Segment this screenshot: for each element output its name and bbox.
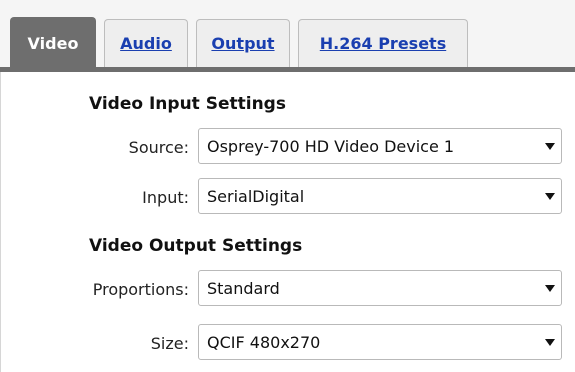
video-input-title: Video Input Settings bbox=[89, 94, 286, 114]
proportions-value: Standard bbox=[207, 278, 280, 298]
source-value: Osprey-700 HD Video Device 1 bbox=[207, 136, 455, 156]
tab-h264-presets[interactable]: H.264 Presets bbox=[298, 19, 468, 67]
tab-audio[interactable]: Audio bbox=[104, 19, 188, 67]
video-output-title: Video Output Settings bbox=[89, 236, 303, 256]
input-label: Input: bbox=[142, 188, 189, 207]
input-value: SerialDigital bbox=[207, 186, 305, 206]
source-select[interactable]: Osprey-700 HD Video Device 1 bbox=[198, 128, 562, 164]
tab-label: Output bbox=[211, 34, 275, 53]
tab-bar: Video Audio Output H.264 Presets bbox=[0, 0, 575, 72]
tab-label: Audio bbox=[120, 34, 172, 53]
proportions-label: Proportions: bbox=[92, 280, 189, 299]
tab-label: Video bbox=[27, 33, 79, 53]
size-value: QCIF 480x270 bbox=[207, 332, 321, 352]
size-label: Size: bbox=[150, 334, 189, 353]
video-settings-panel: Video Input Settings Source: Osprey-700 … bbox=[0, 72, 575, 372]
source-label: Source: bbox=[128, 138, 189, 157]
tab-video[interactable]: Video bbox=[10, 17, 96, 68]
chevron-down-icon bbox=[539, 325, 561, 359]
chevron-down-icon bbox=[539, 129, 561, 163]
input-select[interactable]: SerialDigital bbox=[198, 178, 562, 214]
tab-output[interactable]: Output bbox=[196, 19, 290, 67]
size-select[interactable]: QCIF 480x270 bbox=[198, 324, 562, 360]
tab-label: H.264 Presets bbox=[319, 34, 447, 53]
chevron-down-icon bbox=[539, 179, 561, 213]
chevron-down-icon bbox=[539, 271, 561, 305]
proportions-select[interactable]: Standard bbox=[198, 270, 562, 306]
